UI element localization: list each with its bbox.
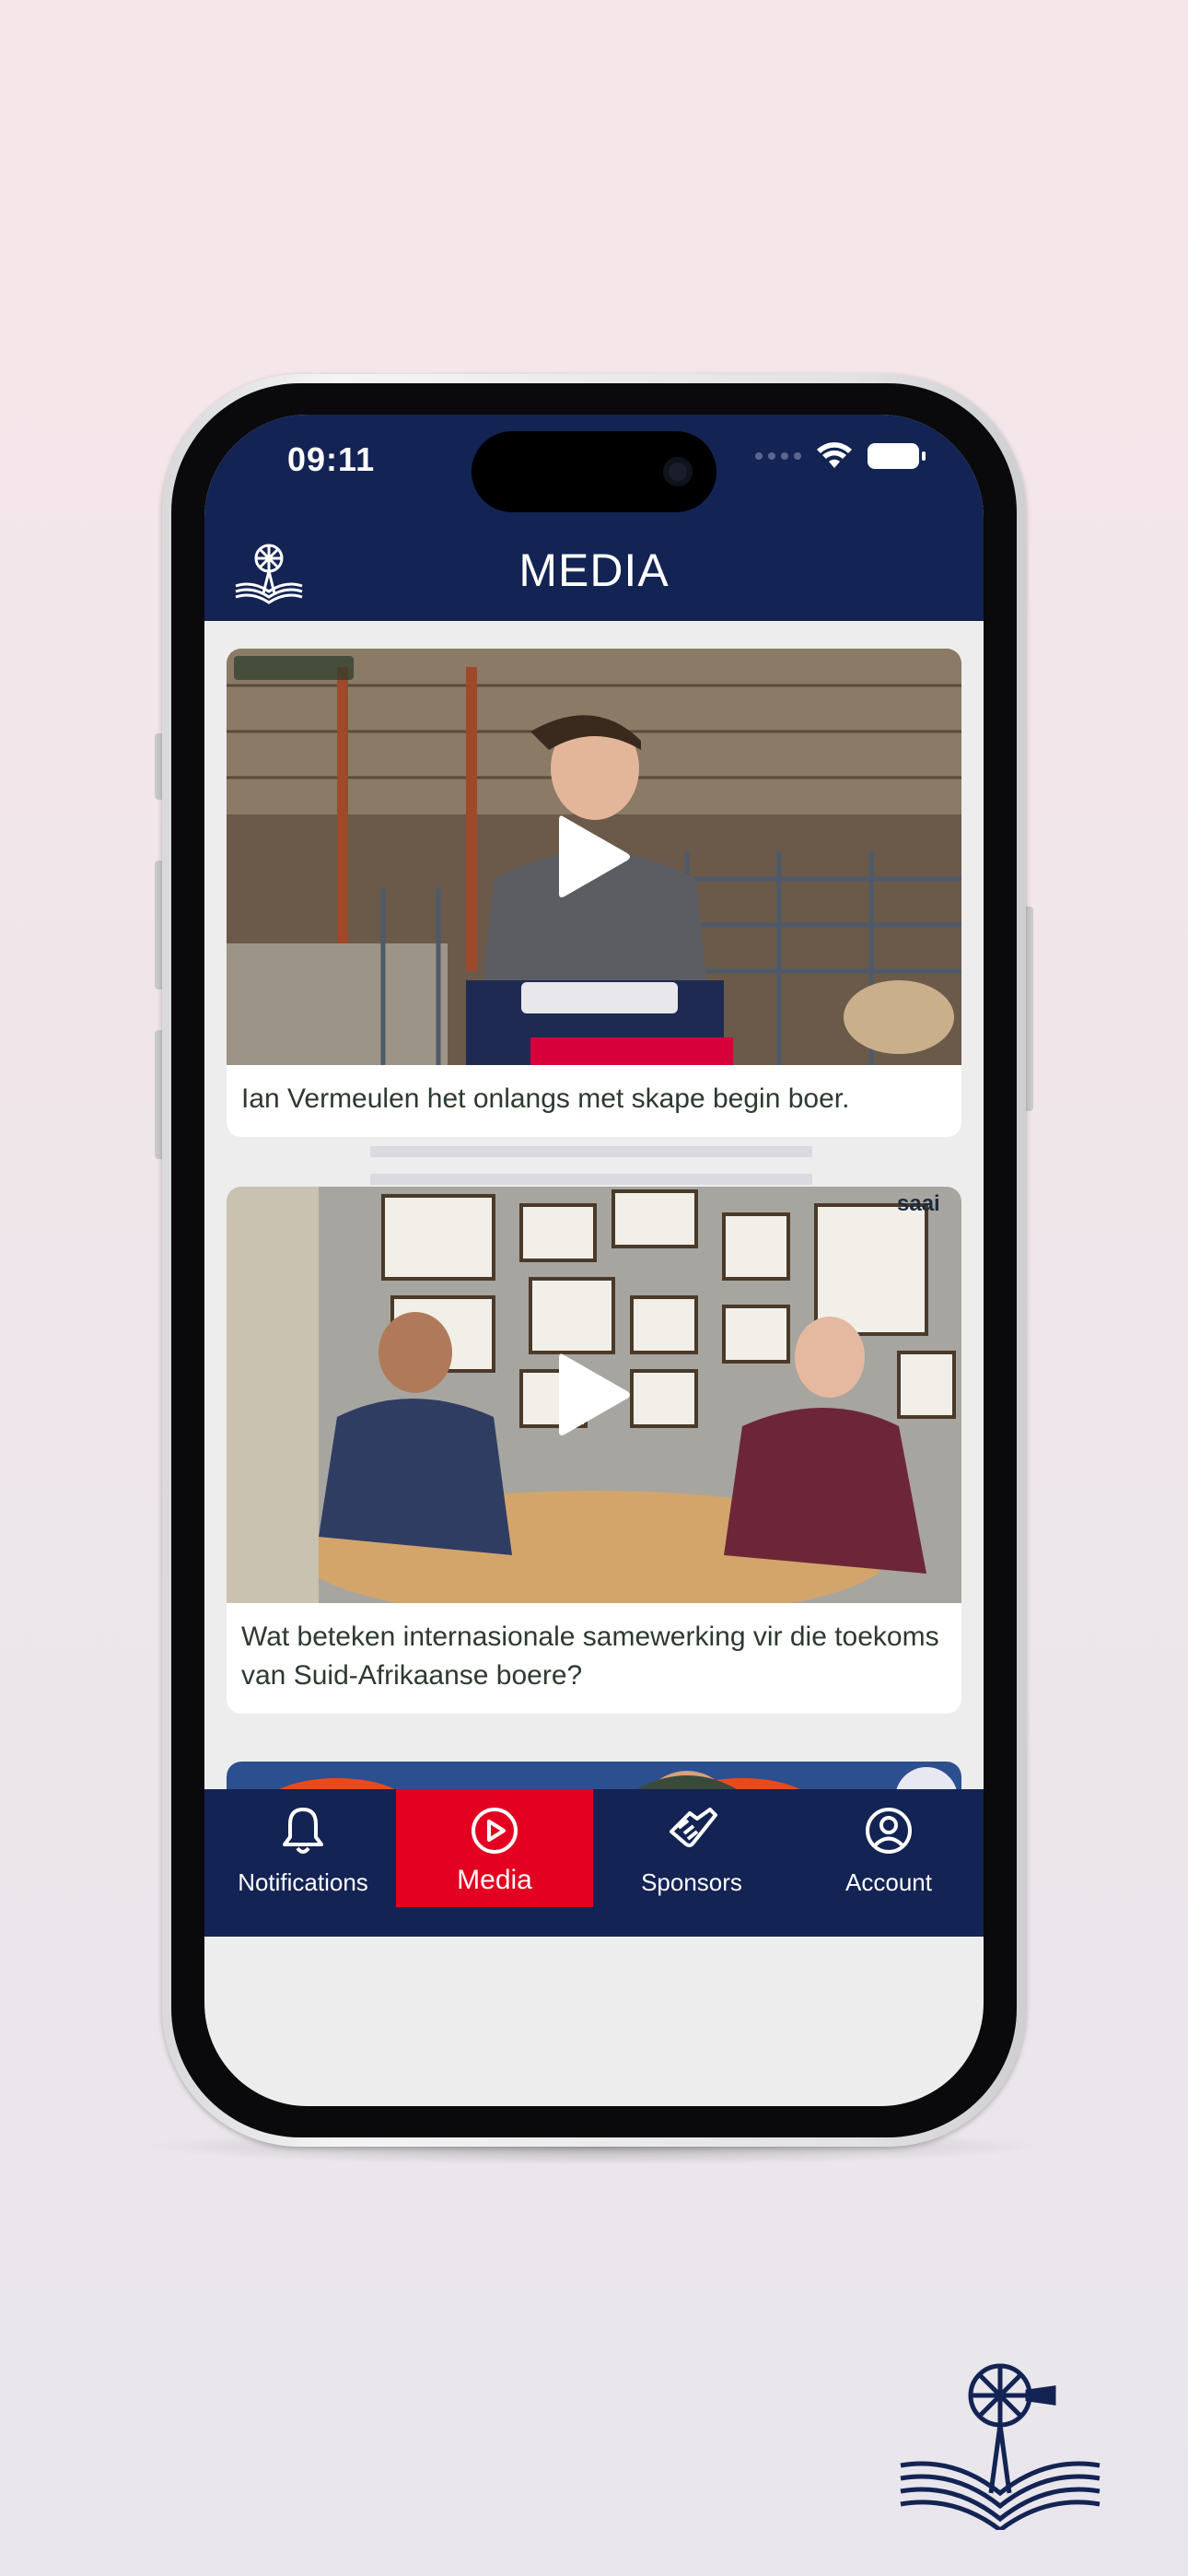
tab-label: Media xyxy=(457,1865,532,1895)
media-feed[interactable]: Ian Vermeulen het onlangs met skape begi… xyxy=(204,621,984,1789)
video-card[interactable]: saai Wat beteken internasionale samewerk… xyxy=(227,1187,961,1714)
status-icons xyxy=(755,442,926,470)
tab-label: Sponsors xyxy=(641,1868,742,1896)
page-title: MEDIA xyxy=(518,544,670,596)
video-card[interactable] xyxy=(227,1762,961,1789)
video-caption: Ian Vermeulen het onlangs met skape begi… xyxy=(241,1083,850,1114)
user-circle-icon xyxy=(866,1808,912,1854)
play-circle-icon xyxy=(472,1808,518,1854)
app-header: MEDIA xyxy=(204,525,984,621)
video-thumbnail[interactable] xyxy=(227,1762,961,1789)
tab-label: Account xyxy=(845,1868,932,1896)
video-thumbnail-image xyxy=(227,1762,961,1789)
windmill-brand-logo xyxy=(900,2363,1101,2530)
app-screen: 09:11 MEDIA Ian Vermeulen het onlangs me… xyxy=(204,415,984,2106)
play-icon[interactable] xyxy=(555,1349,633,1441)
play-icon[interactable] xyxy=(555,811,633,903)
bottom-tab-bar: Notifications Media Sponsors Account xyxy=(204,1789,984,1937)
video-card[interactable]: Ian Vermeulen het onlangs met skape begi… xyxy=(227,649,961,1137)
handshake-icon xyxy=(670,1808,717,1847)
status-time: 09:11 xyxy=(287,440,376,478)
status-bar: 09:11 xyxy=(204,415,984,525)
svg-text:saai: saai xyxy=(897,1191,940,1216)
tab-label: Notifications xyxy=(238,1868,368,1896)
video-thumbnail[interactable]: saai xyxy=(227,1187,961,1603)
video-thumbnail[interactable] xyxy=(227,649,961,1065)
video-caption: Wat beteken internasionale samewerking v… xyxy=(241,1622,939,1691)
wifi-icon xyxy=(817,442,852,468)
tab-account[interactable]: Account xyxy=(790,1789,984,1907)
camera-icon xyxy=(663,457,693,486)
dynamic-island xyxy=(472,431,716,512)
signal-icon xyxy=(755,452,801,460)
tab-media[interactable]: Media xyxy=(396,1789,593,1907)
tab-notifications[interactable]: Notifications xyxy=(204,1789,402,1907)
battery-icon xyxy=(868,443,926,469)
bell-icon xyxy=(283,1808,323,1854)
tab-sponsors[interactable]: Sponsors xyxy=(593,1789,790,1907)
